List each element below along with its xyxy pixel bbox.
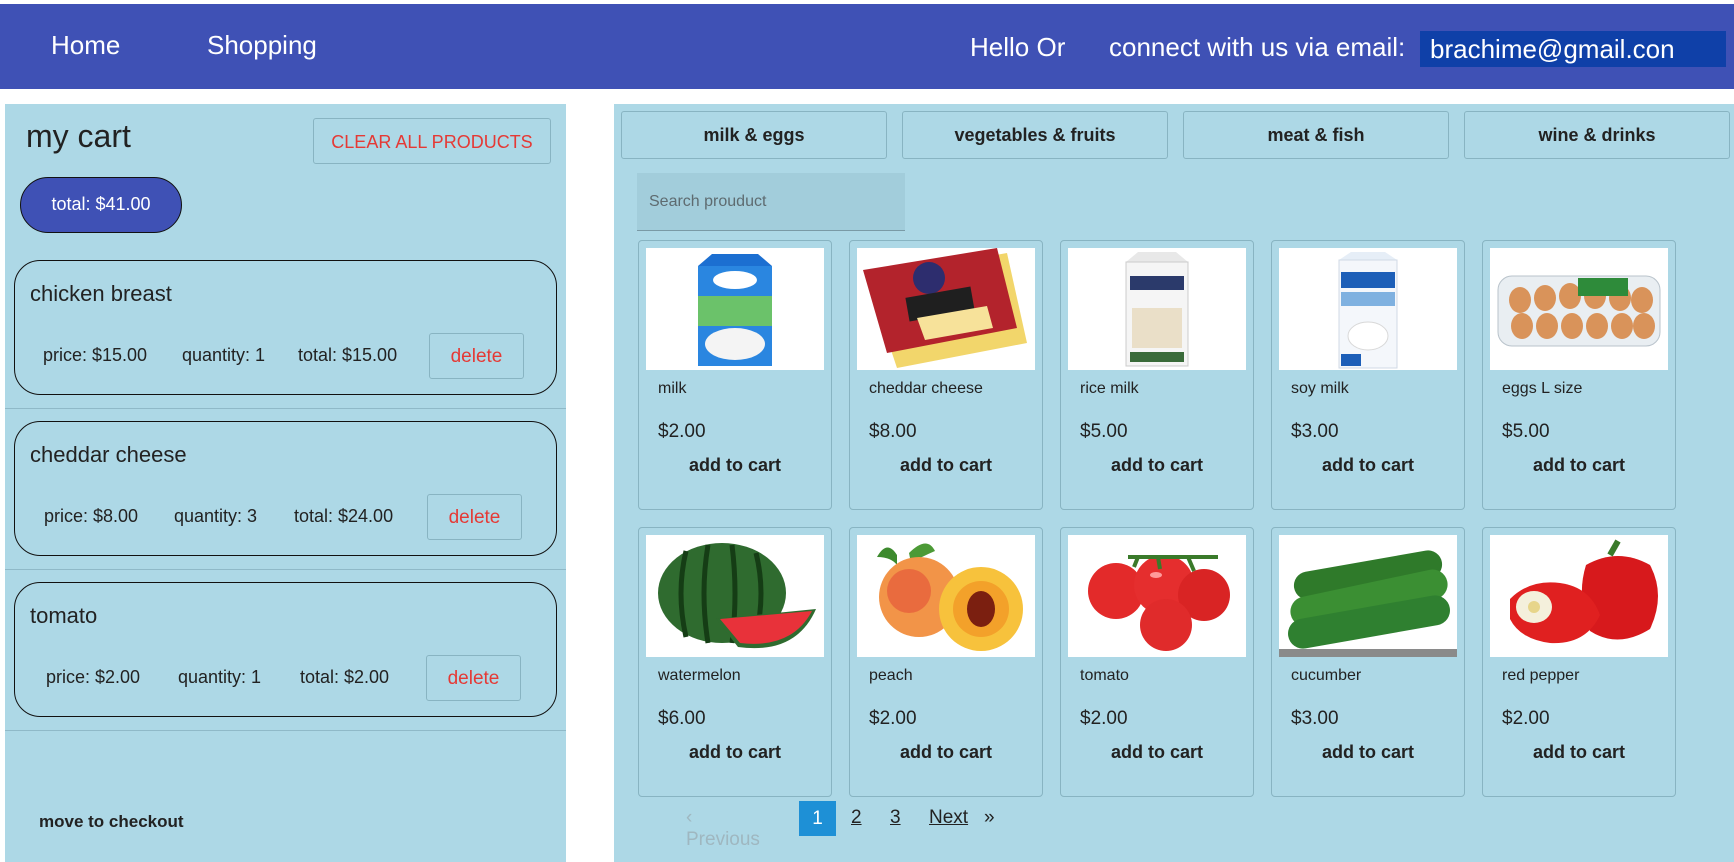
product-price: $3.00 — [1291, 421, 1339, 442]
milk-carton-image — [646, 248, 824, 370]
product-card: eggs L size $5.00 add to cart — [1482, 240, 1676, 510]
product-name: cucumber — [1291, 667, 1362, 684]
cart-total-badge: total: $41.00 — [20, 177, 182, 233]
add-to-cart-button[interactable]: add to cart — [1483, 742, 1675, 763]
add-to-cart-button[interactable]: add to cart — [850, 455, 1042, 476]
product-price: $2.00 — [1502, 708, 1550, 729]
product-card: red pepper $2.00 add to cart — [1482, 527, 1676, 797]
product-card: cucumber $3.00 add to cart — [1271, 527, 1465, 797]
add-to-cart-button[interactable]: add to cart — [1483, 455, 1675, 476]
watermelon-image — [646, 535, 824, 657]
page-1-button[interactable]: 1 — [799, 801, 836, 836]
add-to-cart-button[interactable]: add to cart — [1272, 742, 1464, 763]
peach-image — [857, 535, 1035, 657]
product-card: soy milk $3.00 add to cart — [1271, 240, 1465, 510]
user-greeting: Hello Or — [970, 32, 1066, 62]
product-price: $2.00 — [1080, 708, 1128, 729]
product-name: red pepper — [1502, 667, 1580, 684]
cart-item-name: tomato — [30, 603, 98, 628]
product-name: cheddar cheese — [869, 380, 983, 397]
rice-milk-carton-image — [1068, 248, 1246, 370]
product-name: eggs L size — [1502, 380, 1583, 397]
product-card: watermelon $6.00 add to cart — [638, 527, 832, 797]
cheese-package-image — [857, 248, 1035, 370]
add-to-cart-button[interactable]: add to cart — [850, 742, 1042, 763]
delete-button[interactable]: delete — [429, 333, 524, 379]
cart-item-quantity: quantity: 1 — [178, 667, 262, 687]
red-pepper-image — [1490, 535, 1668, 657]
top-nav-bar: Home Shopping Hello Or connect with us v… — [0, 4, 1734, 89]
product-name: watermelon — [658, 667, 741, 684]
product-price: $8.00 — [869, 421, 917, 442]
next-page-link[interactable]: Next — [929, 807, 968, 829]
contact-text: connect with us via email: — [1109, 32, 1406, 62]
cart-item: cheddar cheese price: $8.00 quantity: 3 … — [14, 421, 557, 556]
cart-item-price: price: $15.00 — [43, 345, 148, 365]
cart-item-quantity: quantity: 1 — [182, 345, 266, 365]
category-meat-fish-button[interactable]: meat & fish — [1183, 111, 1449, 159]
product-price: $3.00 — [1291, 708, 1339, 729]
add-to-cart-button[interactable]: add to cart — [1061, 455, 1253, 476]
divider — [5, 569, 566, 570]
add-to-cart-button[interactable]: add to cart — [639, 742, 831, 763]
cart-item-name: chicken breast — [30, 281, 172, 306]
nav-home-link[interactable]: Home — [51, 30, 120, 61]
category-vegetables-fruits-button[interactable]: vegetables & fruits — [902, 111, 1168, 159]
contact-email[interactable]: brachime@gmail.con — [1420, 31, 1726, 67]
cucumber-image — [1279, 535, 1457, 657]
cart-item-price: price: $2.00 — [46, 667, 141, 687]
add-to-cart-button[interactable]: add to cart — [1272, 455, 1464, 476]
product-price: $2.00 — [869, 708, 917, 729]
add-to-cart-button[interactable]: add to cart — [1061, 742, 1253, 763]
product-card: rice milk $5.00 add to cart — [1060, 240, 1254, 510]
next-arrow-icon[interactable]: » — [984, 807, 995, 829]
page-3-link[interactable]: 3 — [890, 807, 901, 829]
product-price: $6.00 — [658, 708, 706, 729]
product-card: tomato $2.00 add to cart — [1060, 527, 1254, 797]
egg-carton-image — [1490, 248, 1668, 370]
product-price: $5.00 — [1502, 421, 1550, 442]
product-card: cheddar cheese $8.00 add to cart — [849, 240, 1043, 510]
cart-item-name: cheddar cheese — [30, 442, 187, 467]
tomato-image — [1068, 535, 1246, 657]
delete-button[interactable]: delete — [426, 655, 521, 701]
clear-all-products-button[interactable]: CLEAR ALL PRODUCTS — [313, 118, 551, 164]
nav-shopping-link[interactable]: Shopping — [207, 30, 317, 61]
product-name: tomato — [1080, 667, 1129, 684]
add-to-cart-button[interactable]: add to cart — [639, 455, 831, 476]
category-wine-drinks-button[interactable]: wine & drinks — [1464, 111, 1730, 159]
product-price: $2.00 — [658, 421, 706, 442]
page-2-link[interactable]: 2 — [851, 807, 862, 829]
cart-panel: my cart CLEAR ALL PRODUCTS total: $41.00… — [5, 104, 566, 862]
shop-panel: milk & eggs vegetables & fruits meat & f… — [614, 104, 1734, 862]
cart-item-total: total: $15.00 — [298, 345, 398, 365]
delete-button[interactable]: delete — [427, 494, 522, 540]
product-name: peach — [869, 667, 913, 684]
cart-item-price: price: $8.00 — [44, 506, 139, 526]
move-to-checkout-button[interactable]: move to checkout — [39, 812, 184, 832]
cart-item-total: total: $2.00 — [300, 667, 390, 687]
cart-item-total: total: $24.00 — [294, 506, 394, 526]
product-card: peach $2.00 add to cart — [849, 527, 1043, 797]
search-input[interactable] — [637, 173, 905, 231]
divider — [5, 408, 566, 409]
cart-item: tomato price: $2.00 quantity: 1 total: $… — [14, 582, 557, 717]
cart-title: my cart — [26, 118, 131, 154]
divider — [5, 730, 566, 731]
cart-item: chicken breast price: $15.00 quantity: 1… — [14, 260, 557, 395]
product-name: soy milk — [1291, 380, 1349, 397]
product-card: milk $2.00 add to cart — [638, 240, 832, 510]
previous-page-link[interactable]: ‹ Previous — [686, 807, 760, 851]
product-name: milk — [658, 380, 687, 397]
soy-milk-carton-image — [1279, 248, 1457, 370]
product-price: $5.00 — [1080, 421, 1128, 442]
cart-item-quantity: quantity: 3 — [174, 506, 258, 526]
category-milk-eggs-button[interactable]: milk & eggs — [621, 111, 887, 159]
product-name: rice milk — [1080, 380, 1139, 397]
